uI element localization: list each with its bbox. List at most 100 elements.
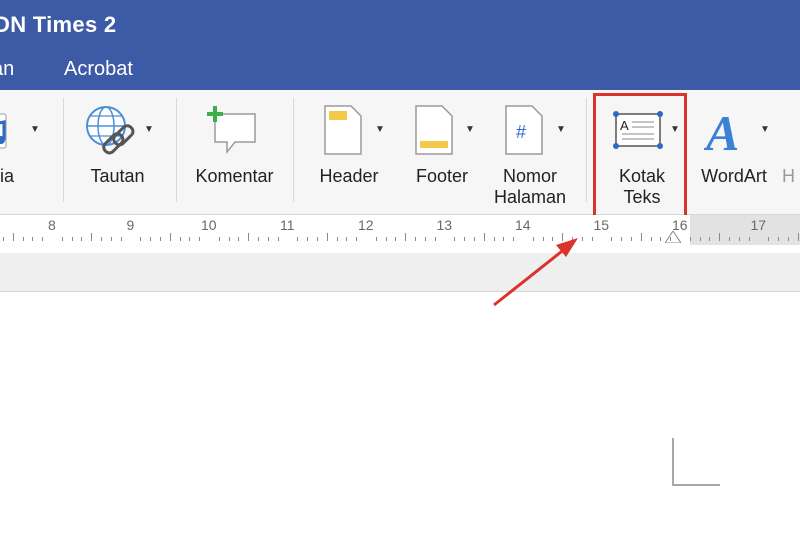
ruler-tick <box>581 237 583 241</box>
ruler-number: 12 <box>358 217 374 233</box>
kotak-label-line2: Teks <box>623 187 661 207</box>
ruler-tick <box>238 237 240 241</box>
tab-acrobat[interactable]: Acrobat <box>64 58 133 81</box>
ruler-tick <box>689 237 691 241</box>
kotak-label: Kotak Teks <box>596 166 688 208</box>
ruler-tick <box>562 233 564 241</box>
media-label: edia <box>0 166 15 186</box>
ruler-tick <box>591 237 593 241</box>
ruler-tick <box>738 237 740 241</box>
margin-corner-mark <box>672 438 720 486</box>
footer-button[interactable]: ▼ Footer <box>398 90 486 214</box>
ruler-tick <box>621 237 623 241</box>
ruler-tick <box>42 237 44 241</box>
nomor-dropdown-icon[interactable]: ▼ <box>556 124 566 135</box>
ruler-tick <box>513 237 515 241</box>
ruler-number: 11 <box>280 217 295 233</box>
ruler-tick <box>258 237 260 241</box>
ruler-tick <box>32 237 34 241</box>
ruler-tick <box>140 237 142 241</box>
ruler-tick <box>493 237 495 241</box>
ruler-tick <box>483 233 485 241</box>
nomor-halaman-button[interactable]: # ▼ Nomor Halaman <box>488 90 572 214</box>
ruler-tick <box>424 237 426 241</box>
ruler-number: 9 <box>126 217 135 233</box>
ruler-number: 8 <box>48 217 56 233</box>
tab-partial[interactable]: an <box>0 58 14 81</box>
svg-text:A: A <box>704 105 739 156</box>
ruler-tick <box>336 237 338 241</box>
nomor-label-line2: Halaman <box>493 187 567 207</box>
header-page-icon <box>324 105 362 155</box>
ruler-tick <box>150 237 152 241</box>
ruler-tick <box>326 233 328 241</box>
ruler-number: 14 <box>515 217 531 233</box>
partial-ribbon-button[interactable]: H <box>782 90 800 214</box>
ribbon-divider <box>293 98 294 202</box>
header-dropdown-icon[interactable]: ▼ <box>375 124 385 135</box>
ruler-tick <box>503 237 505 241</box>
ruler-number: 10 <box>201 217 217 233</box>
ruler-tick <box>169 233 171 241</box>
nomor-label: Nomor Halaman <box>488 166 572 208</box>
kotak-teks-button[interactable]: A ▼ Kotak Teks <box>596 90 688 214</box>
ruler-tick <box>719 233 721 241</box>
partial-ribbon-label: H <box>782 166 795 186</box>
wordart-button[interactable]: A ▼ WordArt <box>694 90 774 214</box>
wordart-icon: A <box>704 105 739 156</box>
ruler-tick <box>307 237 309 241</box>
ruler-number: 16 <box>672 217 688 233</box>
ruler-tick <box>434 237 436 241</box>
ruler-tick <box>346 237 348 241</box>
insert-ribbon: ▼ edia ▼ Tautan Komentar <box>0 90 800 215</box>
ruler-tick <box>159 237 161 241</box>
media-dropdown-icon[interactable]: ▼ <box>30 124 40 135</box>
ruler-tick <box>748 237 750 241</box>
ruler-tick <box>91 233 93 241</box>
nomor-label-line1: Nomor <box>502 166 557 186</box>
title-bar: DN Times 2 <box>0 0 800 50</box>
ribbon-divider <box>176 98 177 202</box>
ruler-tick <box>375 237 377 241</box>
ruler-tick <box>395 237 397 241</box>
wordart-dropdown-icon[interactable]: ▼ <box>760 124 770 135</box>
ruler-tick <box>120 237 122 241</box>
ruler-tick <box>542 237 544 241</box>
kotak-label-line1: Kotak <box>618 166 666 186</box>
wordart-label: WordArt <box>701 166 767 186</box>
ruler-tick <box>267 237 269 241</box>
ruler-tick <box>218 237 220 241</box>
svg-text:A: A <box>620 118 629 133</box>
svg-text:#: # <box>516 122 526 142</box>
ruler-tick <box>572 237 574 241</box>
ruler-tick <box>729 237 731 241</box>
ruler-tick <box>228 237 230 241</box>
ruler-tick <box>385 237 387 241</box>
ruler-tick <box>768 237 770 241</box>
ruler-tick <box>699 237 701 241</box>
ruler-tick <box>2 237 4 241</box>
ruler-tick <box>630 237 632 241</box>
ruler-tick <box>640 233 642 241</box>
ruler-tick <box>797 233 799 241</box>
ruler-tick <box>316 237 318 241</box>
music-note-icon <box>0 113 7 149</box>
ruler-number: 17 <box>750 217 767 233</box>
footer-dropdown-icon[interactable]: ▼ <box>465 124 475 135</box>
ruler-tick <box>356 237 358 241</box>
kotak-dropdown-icon[interactable]: ▼ <box>670 124 680 135</box>
ruler-tick <box>473 237 475 241</box>
ruler-tick <box>778 237 780 241</box>
ruler-tick <box>277 237 279 241</box>
ruler-number: 13 <box>436 217 453 233</box>
ruler-tick <box>12 233 14 241</box>
header-button[interactable]: ▼ Header <box>305 90 393 214</box>
ruler-tick <box>179 237 181 241</box>
media-button[interactable]: ▼ edia <box>0 90 50 214</box>
ruler-tick <box>660 237 662 241</box>
tautan-dropdown-icon[interactable]: ▼ <box>144 124 154 135</box>
text-box-icon: A <box>613 111 663 149</box>
komentar-button[interactable]: Komentar <box>187 90 282 214</box>
tautan-button[interactable]: ▼ Tautan <box>70 90 165 214</box>
document-page[interactable] <box>0 292 800 534</box>
